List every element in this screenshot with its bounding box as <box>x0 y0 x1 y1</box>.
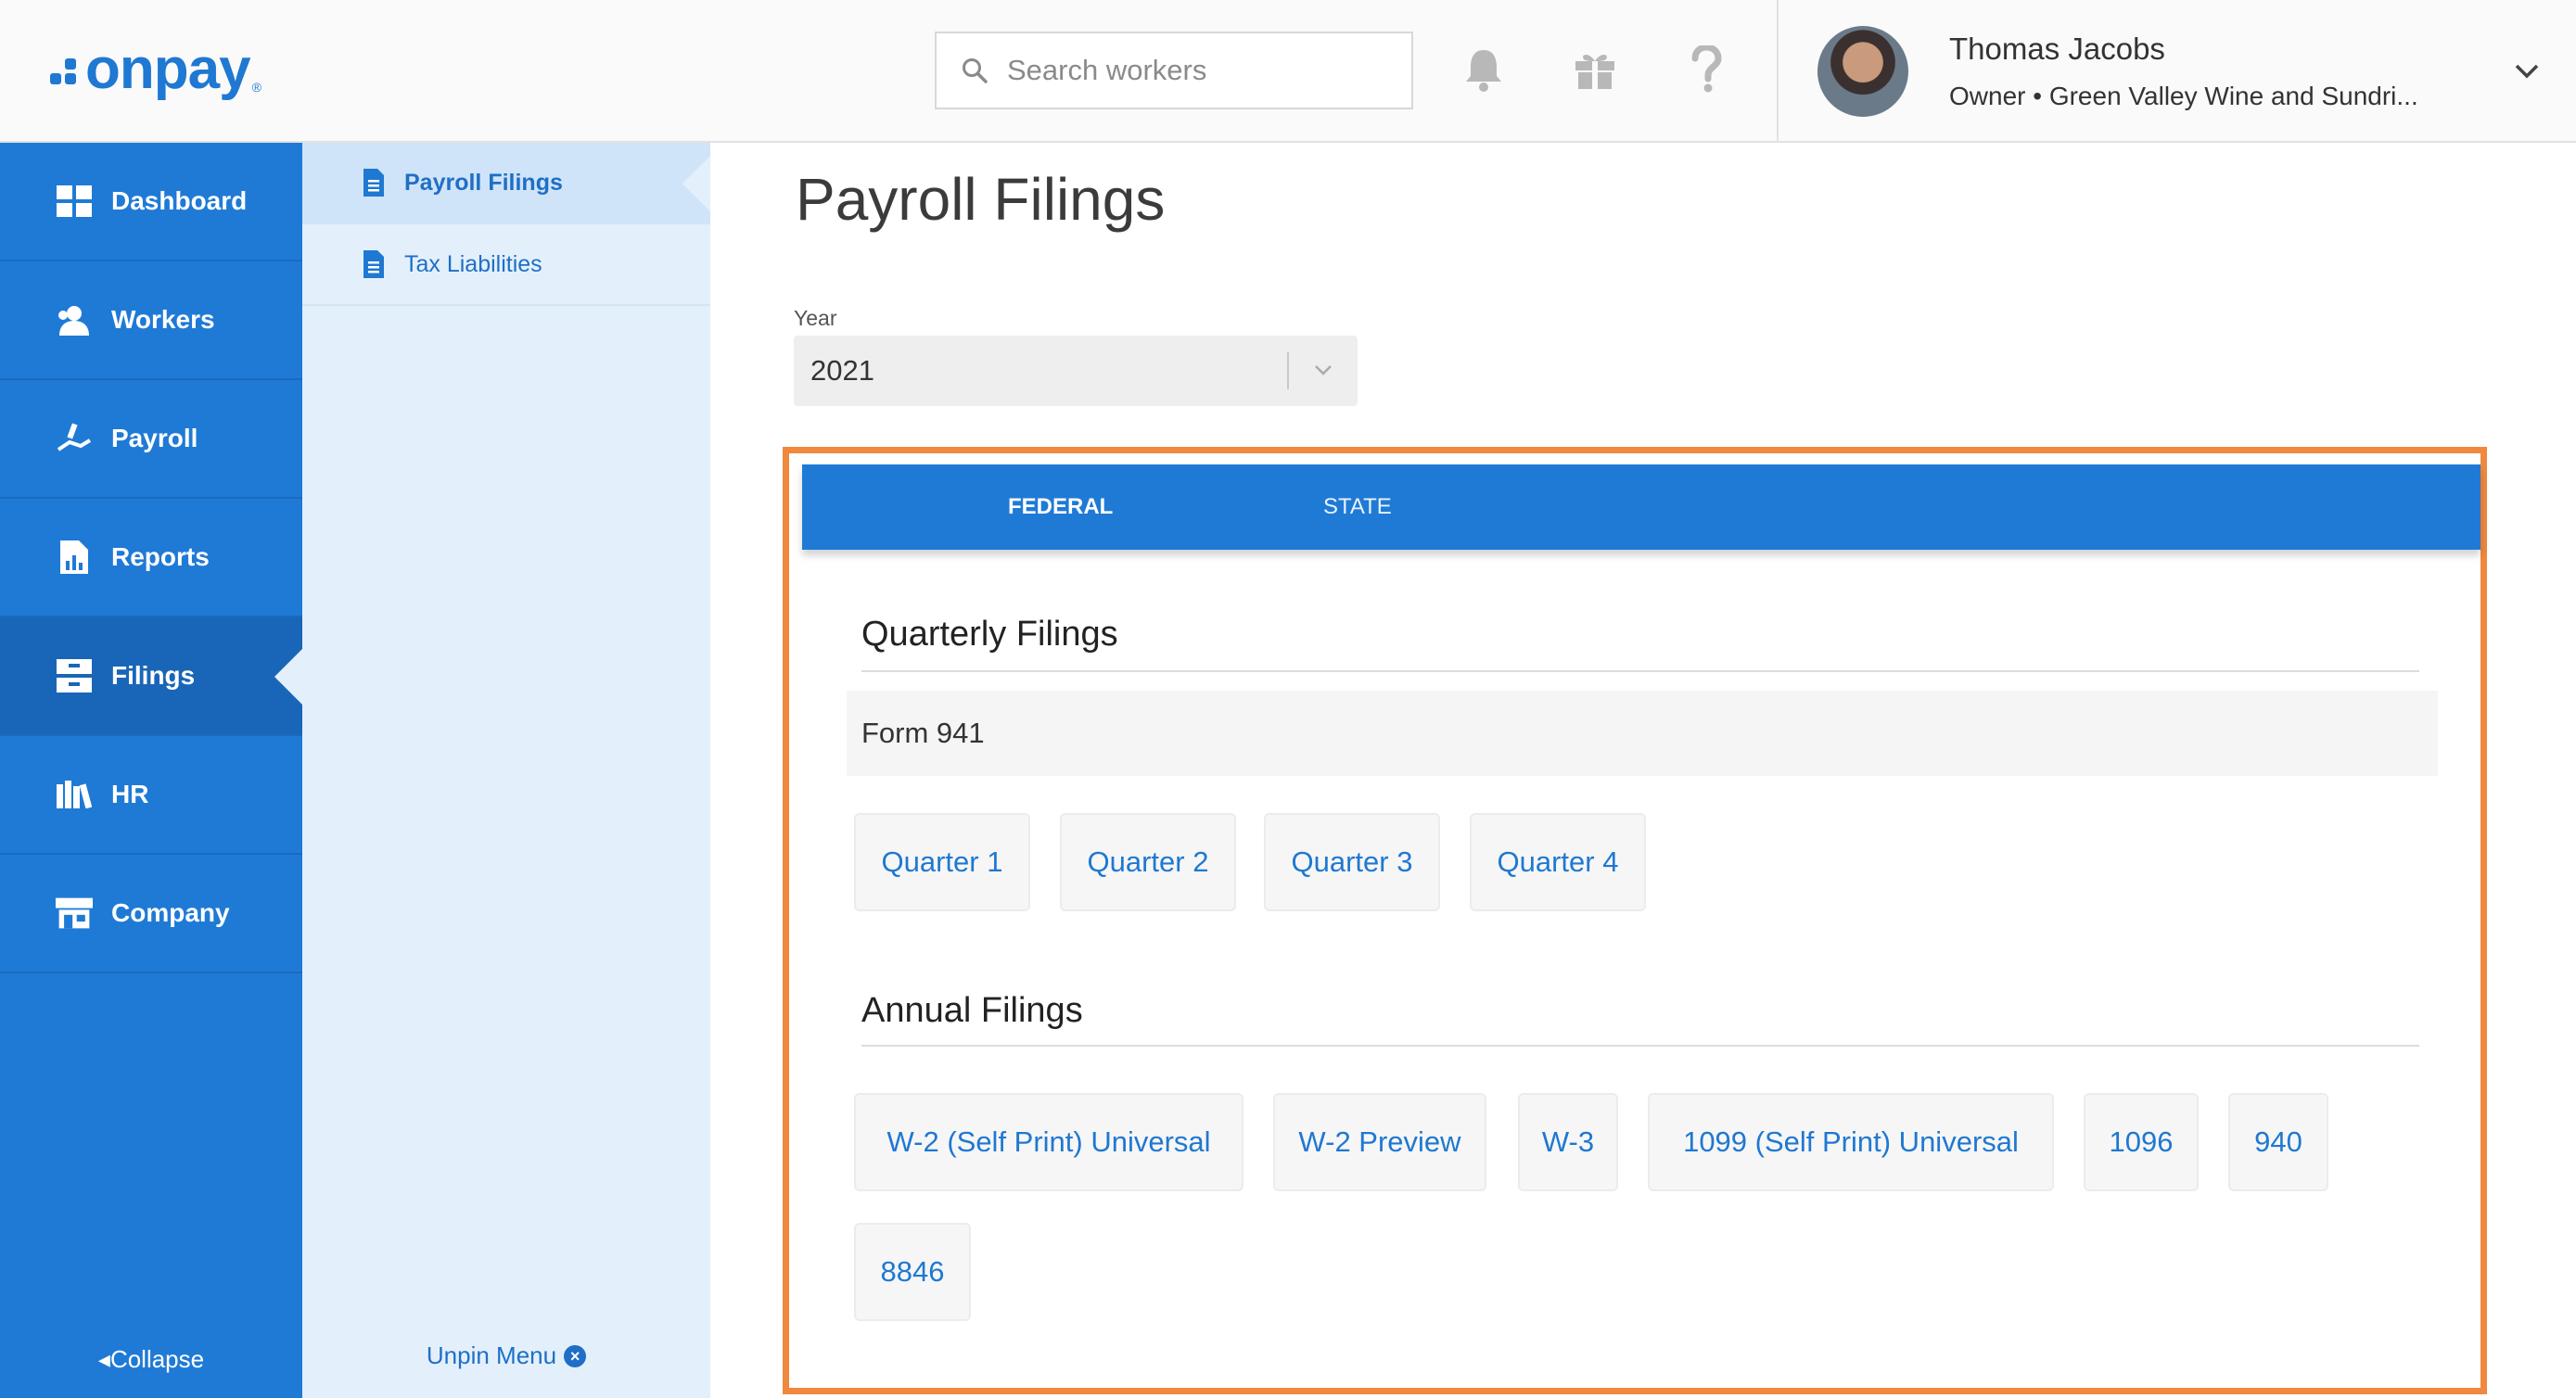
subnav-item-label: Payroll Filings <box>404 169 563 196</box>
sidebar-item-label: Reports <box>111 542 210 571</box>
w3-button[interactable]: W-3 <box>1518 1093 1618 1191</box>
close-circle-icon: × <box>564 1344 587 1367</box>
sidebar-item-company[interactable]: Company <box>0 855 302 973</box>
help-button[interactable] <box>1680 41 1732 98</box>
year-select[interactable]: 2021 <box>794 336 1358 406</box>
top-bar: onpay ® Thomas Jacobs Owner • Green Vall… <box>0 0 2576 143</box>
sidebar-item-label: Dashboard <box>111 186 248 215</box>
filings-panel: FEDERAL STATE Quarterly Filings Form 941… <box>802 464 2480 1382</box>
books-icon <box>56 776 93 813</box>
sidebar-item-workers[interactable]: Workers <box>0 261 302 380</box>
document-icon <box>363 250 384 278</box>
subnav-item-label: Tax Liabilities <box>404 250 542 277</box>
tab-federal[interactable]: FEDERAL <box>1008 464 1113 550</box>
bell-icon <box>1466 50 1501 92</box>
notifications-button[interactable] <box>1458 41 1510 98</box>
w2-preview-button[interactable]: W-2 Preview <box>1273 1093 1486 1191</box>
user-role-company: Owner • Green Valley Wine and Sundri... <box>1949 82 2418 110</box>
quarterly-filings-heading: Quarterly Filings <box>861 615 1118 654</box>
page-title: Payroll Filings <box>796 166 1166 233</box>
filings-tabs: FEDERAL STATE <box>802 464 2480 550</box>
header-divider <box>1777 0 1779 143</box>
sidebar-item-payroll[interactable]: Payroll <box>0 380 302 499</box>
sidebar-item-hr[interactable]: HR <box>0 736 302 855</box>
year-value: 2021 <box>810 354 874 387</box>
gift-icon <box>1575 55 1614 89</box>
form-941-row: Form 941 <box>847 691 2438 776</box>
report-chart-icon <box>56 539 93 576</box>
w2-self-print-universal-button[interactable]: W-2 (Self Print) Universal <box>854 1093 1243 1191</box>
form-8846-button[interactable]: 8846 <box>854 1223 971 1321</box>
logo-registered-mark: ® <box>251 80 261 95</box>
highlight-frame: FEDERAL STATE Quarterly Filings Form 941… <box>783 447 2487 1394</box>
form-940-button[interactable]: 940 <box>2228 1093 2328 1191</box>
select-separator <box>1287 352 1289 389</box>
1099-self-print-universal-button[interactable]: 1099 (Self Print) Universal <box>1648 1093 2054 1191</box>
collapse-button[interactable]: ◂Collapse <box>0 1345 302 1374</box>
gifts-button[interactable] <box>1569 41 1621 98</box>
chevron-down-icon[interactable] <box>2511 56 2543 87</box>
filing-cabinet-icon <box>56 657 93 694</box>
sidebar-item-reports[interactable]: Reports <box>0 499 302 617</box>
search-box[interactable] <box>935 32 1413 109</box>
collapse-label: Collapse <box>109 1345 205 1373</box>
sidebar-item-dashboard[interactable]: Dashboard <box>0 143 302 261</box>
logo-text: onpay <box>85 37 251 101</box>
unpin-menu-button[interactable]: Unpin Menu × <box>302 1341 710 1370</box>
sidebar-item-filings[interactable]: Filings <box>0 617 302 736</box>
subnav-item-tax-liabilities[interactable]: Tax Liabilities <box>302 224 710 306</box>
caret-left-icon: ◂ <box>97 1345 110 1373</box>
subnav-item-payroll-filings[interactable]: Payroll Filings <box>302 143 710 224</box>
year-label: Year <box>794 306 837 330</box>
sidebar-item-label: Workers <box>111 305 215 334</box>
chevron-down-icon <box>1315 365 1332 375</box>
logo-mark-icon <box>50 51 80 88</box>
quarter-2-button[interactable]: Quarter 2 <box>1060 813 1236 911</box>
grid-icon <box>56 183 93 220</box>
search-input[interactable] <box>1005 53 1395 88</box>
filings-subnav: Payroll Filings Tax Liabilities Unpin Me… <box>302 143 710 1398</box>
search-icon <box>963 58 988 83</box>
main-sidebar: Dashboard Workers Payroll Reports Filing… <box>0 143 302 1398</box>
avatar[interactable] <box>1817 26 1908 117</box>
unpin-label: Unpin Menu <box>426 1341 557 1369</box>
sidebar-item-label: Filings <box>111 661 196 690</box>
document-icon <box>363 169 384 197</box>
sidebar-item-label: Company <box>111 898 230 927</box>
form-1096-button[interactable]: 1096 <box>2084 1093 2199 1191</box>
sidebar-item-label: HR <box>111 780 149 808</box>
users-icon <box>56 301 93 338</box>
user-name: Thomas Jacobs <box>1949 32 2165 66</box>
payroll-hand-icon <box>56 420 93 457</box>
tab-state[interactable]: STATE <box>1323 464 1392 550</box>
quarter-4-button[interactable]: Quarter 4 <box>1470 813 1646 911</box>
quarter-3-button[interactable]: Quarter 3 <box>1264 813 1440 911</box>
quarter-1-button[interactable]: Quarter 1 <box>854 813 1030 911</box>
question-mark-icon <box>1691 45 1722 93</box>
onpay-logo[interactable]: onpay ® <box>50 37 261 102</box>
section-divider <box>861 670 2419 672</box>
section-divider <box>861 1045 2419 1047</box>
storefront-icon <box>56 895 93 932</box>
annual-filings-heading: Annual Filings <box>861 991 1083 1030</box>
sidebar-item-label: Payroll <box>111 424 198 452</box>
